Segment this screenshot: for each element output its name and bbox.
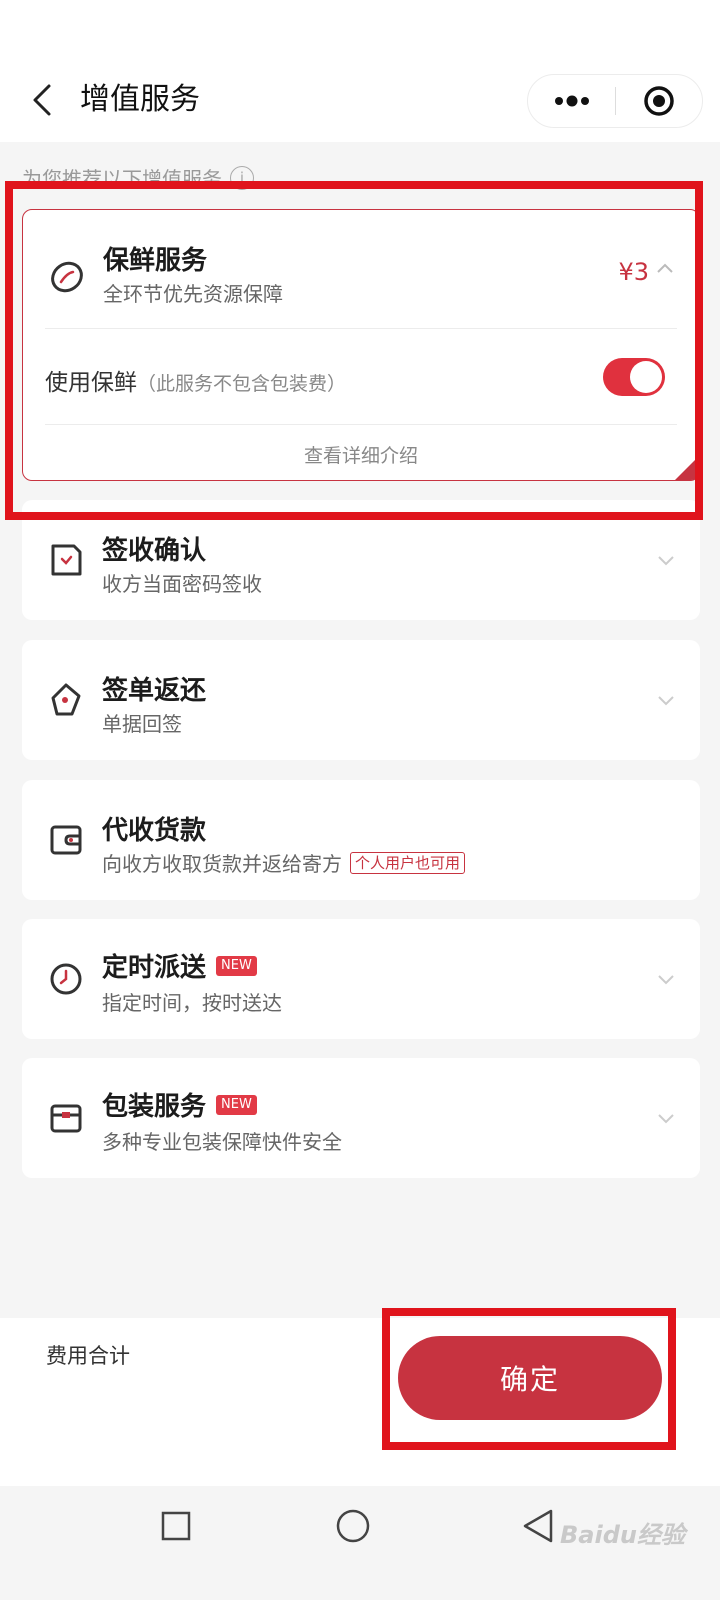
- chevron-up-icon[interactable]: [653, 256, 677, 280]
- info-icon[interactable]: i: [230, 165, 254, 190]
- recent-apps-button[interactable]: [154, 1504, 198, 1548]
- section-hint: 为您推荐以下增值服务 i: [22, 163, 254, 192]
- service-card-cod[interactable]: 代收货款 向收方收取货款并返给寄方 个人用户也可用: [22, 780, 700, 900]
- service-subtitle: 单据回签: [102, 712, 182, 736]
- use-fresh-toggle[interactable]: [603, 358, 665, 396]
- wallet-icon: [46, 820, 86, 860]
- more-button[interactable]: [528, 74, 615, 128]
- chevron-down-icon[interactable]: [654, 1106, 678, 1130]
- corner-mark: [675, 456, 699, 480]
- service-title: 签收确认: [102, 530, 206, 567]
- home-button[interactable]: [331, 1504, 375, 1548]
- divider: [45, 328, 677, 329]
- clock-icon: [46, 959, 86, 999]
- service-title: 签单返还: [102, 670, 206, 707]
- service-title-text: 保鲜服务: [103, 246, 208, 276]
- service-title-text: 包装服务: [102, 1092, 207, 1122]
- confirm-button[interactable]: 确定: [398, 1336, 662, 1420]
- triangle-back-icon: [523, 1509, 553, 1543]
- service-title-text: 签收确认: [102, 536, 207, 566]
- service-title: 包装服务 NEW: [102, 1086, 257, 1123]
- section-hint-text: 为您推荐以下增值服务: [22, 167, 222, 191]
- total-cost-label: 费用合计: [46, 1344, 130, 1368]
- service-subtitle: 向收方收取货款并返给寄方 个人用户也可用: [102, 848, 466, 877]
- target-circle-icon: [644, 86, 674, 116]
- more-dots-icon: [554, 95, 589, 107]
- service-card-packaging[interactable]: 包装服务 NEW 多种专业包装保障快件安全: [22, 1058, 700, 1178]
- service-title: 代收货款: [102, 810, 206, 847]
- service-subtitle: 指定时间，按时送达: [102, 991, 282, 1015]
- service-title-text: 代收货款: [102, 816, 207, 846]
- service-subtitle-text: 向收方收取货款并返给寄方: [102, 852, 342, 876]
- service-subtitle: 多种专业包装保障快件安全: [102, 1130, 342, 1154]
- new-badge: NEW: [216, 955, 257, 976]
- mini-program-capsule: [527, 74, 703, 128]
- service-subtitle: 全环节优先资源保障: [103, 282, 283, 306]
- toggle-knob: [630, 361, 662, 393]
- service-title: 定时派送 NEW: [102, 947, 257, 984]
- service-subtitle: 收方当面密码签收: [102, 572, 262, 596]
- use-fresh-note: （此服务不包含包装费）: [137, 373, 347, 395]
- service-title: 保鲜服务: [103, 240, 207, 277]
- personal-user-tag: 个人用户也可用: [350, 851, 466, 874]
- square-icon: [161, 1511, 191, 1541]
- lemon-icon: [47, 257, 87, 297]
- divider: [45, 424, 677, 425]
- use-fresh-label: 使用保鲜（此服务不包含包装费）: [45, 363, 346, 397]
- box-icon: [46, 1098, 86, 1138]
- service-card-fresh[interactable]: 保鲜服务 全环节优先资源保障 ¥3 使用保鲜（此服务不包含包装费） 查看详细介绍: [22, 209, 700, 481]
- page-title: 增值服务: [80, 82, 200, 117]
- chevron-left-icon: [33, 84, 51, 116]
- service-card-sign-confirm[interactable]: 签收确认 收方当面密码签收: [22, 500, 700, 620]
- view-details-link[interactable]: 查看详细介绍: [23, 441, 699, 468]
- system-back-button[interactable]: [516, 1504, 560, 1548]
- service-card-timed[interactable]: 定时派送 NEW 指定时间，按时送达: [22, 919, 700, 1039]
- service-card-sign-return[interactable]: 签单返还 单据回签: [22, 640, 700, 760]
- signed-document-icon: [46, 540, 86, 580]
- close-miniprogram-button[interactable]: [616, 74, 702, 128]
- use-fresh-text: 使用保鲜: [45, 370, 137, 396]
- chevron-down-icon[interactable]: [654, 967, 678, 991]
- baidu-watermark: Baidu经验: [560, 1521, 685, 1549]
- circle-icon: [336, 1509, 370, 1543]
- pen-nib-icon: [46, 680, 86, 720]
- chevron-down-icon[interactable]: [654, 688, 678, 712]
- new-badge: NEW: [216, 1094, 257, 1115]
- service-title-text: 签单返还: [102, 676, 207, 706]
- chevron-down-icon[interactable]: [654, 548, 678, 572]
- service-title-text: 定时派送: [102, 953, 207, 983]
- back-button[interactable]: [22, 80, 62, 120]
- service-price: ¥3: [618, 258, 649, 286]
